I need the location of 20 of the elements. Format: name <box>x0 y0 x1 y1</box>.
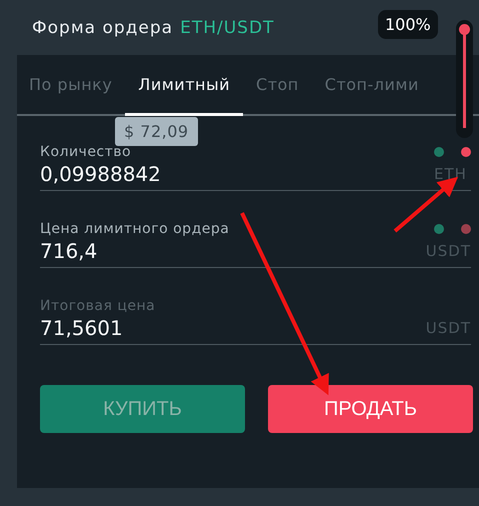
form-title: Форма ордера <box>32 18 174 38</box>
price-tooltip: $ 72,09 <box>115 117 198 146</box>
value-field[interactable]: 71,5601 <box>40 316 290 340</box>
order-type-tab[interactable]: По рынку <box>17 55 126 116</box>
field-label: Цена лимитного ордера <box>40 221 230 237</box>
percent-badge: 100% <box>378 10 438 39</box>
side-dot[interactable] <box>461 224 471 234</box>
side-dot[interactable] <box>461 147 471 157</box>
value-field[interactable]: 716,4 <box>40 239 290 263</box>
order-type-tab[interactable]: Стоп <box>243 55 312 116</box>
value-field[interactable]: 0,09988842 <box>40 162 290 186</box>
field-label: Количество <box>40 144 132 160</box>
pair-label: ETH/USDT <box>180 18 274 38</box>
side-dot[interactable] <box>434 224 444 234</box>
side-dot[interactable] <box>434 147 444 157</box>
sell-button[interactable]: ПРОДАТЬ <box>268 385 473 433</box>
slider-handle[interactable] <box>459 24 470 35</box>
field-label: Итоговая цена <box>40 298 156 314</box>
order-type-tab[interactable]: Стоп-лими <box>312 55 432 116</box>
buy-button[interactable]: КУПИТЬ <box>40 385 245 433</box>
